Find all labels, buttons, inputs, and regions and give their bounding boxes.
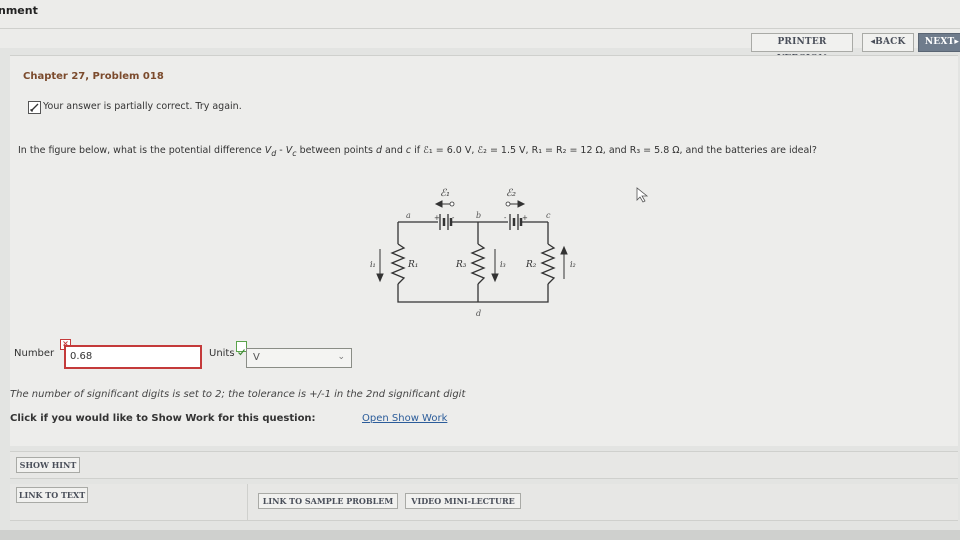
- topbar-divider: [0, 28, 960, 29]
- status-message: Your answer is partially correct. Try ag…: [43, 101, 242, 112]
- emf2-plus: +: [522, 214, 528, 222]
- question-part: between points: [296, 145, 376, 156]
- units-label: Units: [209, 348, 235, 359]
- partially-correct-icon: [28, 101, 41, 114]
- emf1-minus: -: [452, 214, 455, 222]
- window-title: nment: [0, 4, 38, 17]
- mouse-cursor-icon: [636, 187, 649, 203]
- i2-label: i₂: [570, 260, 576, 269]
- i3-label: i₃: [500, 260, 506, 269]
- resources-divider: [247, 484, 248, 520]
- question-part: -: [276, 145, 286, 156]
- problem-title: Chapter 27, Problem 018: [23, 71, 164, 82]
- video-mini-lecture-button[interactable]: VIDEO MINI-LECTURE: [405, 493, 521, 509]
- question-part: and: [381, 145, 406, 156]
- node-d-label: d: [476, 309, 481, 318]
- emf1-plus: +: [434, 214, 440, 222]
- sigfig-note: The number of significant digits is set …: [10, 389, 466, 400]
- node-c-label: c: [546, 211, 551, 220]
- number-label: Number: [14, 348, 55, 359]
- bottom-edge: [0, 530, 960, 540]
- back-label: BACK: [875, 37, 906, 47]
- next-label: NEXT: [924, 37, 955, 47]
- question-text: In the figure below, what is the potenti…: [18, 145, 948, 160]
- node-a-label: a: [406, 211, 411, 220]
- chevron-down-icon: ⌄: [337, 352, 345, 362]
- question-part: In the figure below, what is the potenti…: [18, 145, 265, 156]
- emf2-label: ℰ₂: [506, 188, 516, 199]
- r3-label: R₃: [455, 260, 467, 270]
- next-button[interactable]: NEXT▸: [918, 33, 960, 52]
- i1-label: i₁: [370, 260, 376, 269]
- units-value: V: [253, 352, 260, 363]
- r1-label: R₁: [407, 260, 418, 270]
- emf2-minus: -: [504, 214, 507, 222]
- show-work-prompt: Click if you would like to Show Work for…: [10, 413, 316, 424]
- number-input[interactable]: 0.68: [64, 345, 202, 369]
- open-show-work-link[interactable]: Open Show Work: [362, 413, 447, 424]
- back-button[interactable]: ◂BACK: [862, 33, 914, 52]
- circuit-diagram: ℰ₁ ℰ₂ + - - + a b c d R₁ R₃ R₂ i₁ i₃ i₂: [370, 188, 576, 318]
- hint-bar: [10, 451, 958, 479]
- node-b-label: b: [476, 211, 481, 220]
- units-select[interactable]: V ⌄: [246, 348, 352, 368]
- show-hint-button[interactable]: SHOW HINT: [16, 457, 80, 473]
- r2-label: R₂: [525, 260, 537, 270]
- link-to-text-button[interactable]: LINK TO TEXT: [16, 487, 88, 503]
- emf1-label: ℰ₁: [440, 188, 450, 199]
- link-to-sample-problem-button[interactable]: LINK TO SAMPLE PROBLEM: [258, 493, 398, 509]
- question-part: if ℰ₁ = 6.0 V, ℰ₂ = 1.5 V, R₁ = R₂ = 12 …: [411, 145, 817, 156]
- next-arrow-icon: ▸: [954, 37, 960, 47]
- printer-version-button[interactable]: PRINTER VERSION: [751, 33, 853, 64]
